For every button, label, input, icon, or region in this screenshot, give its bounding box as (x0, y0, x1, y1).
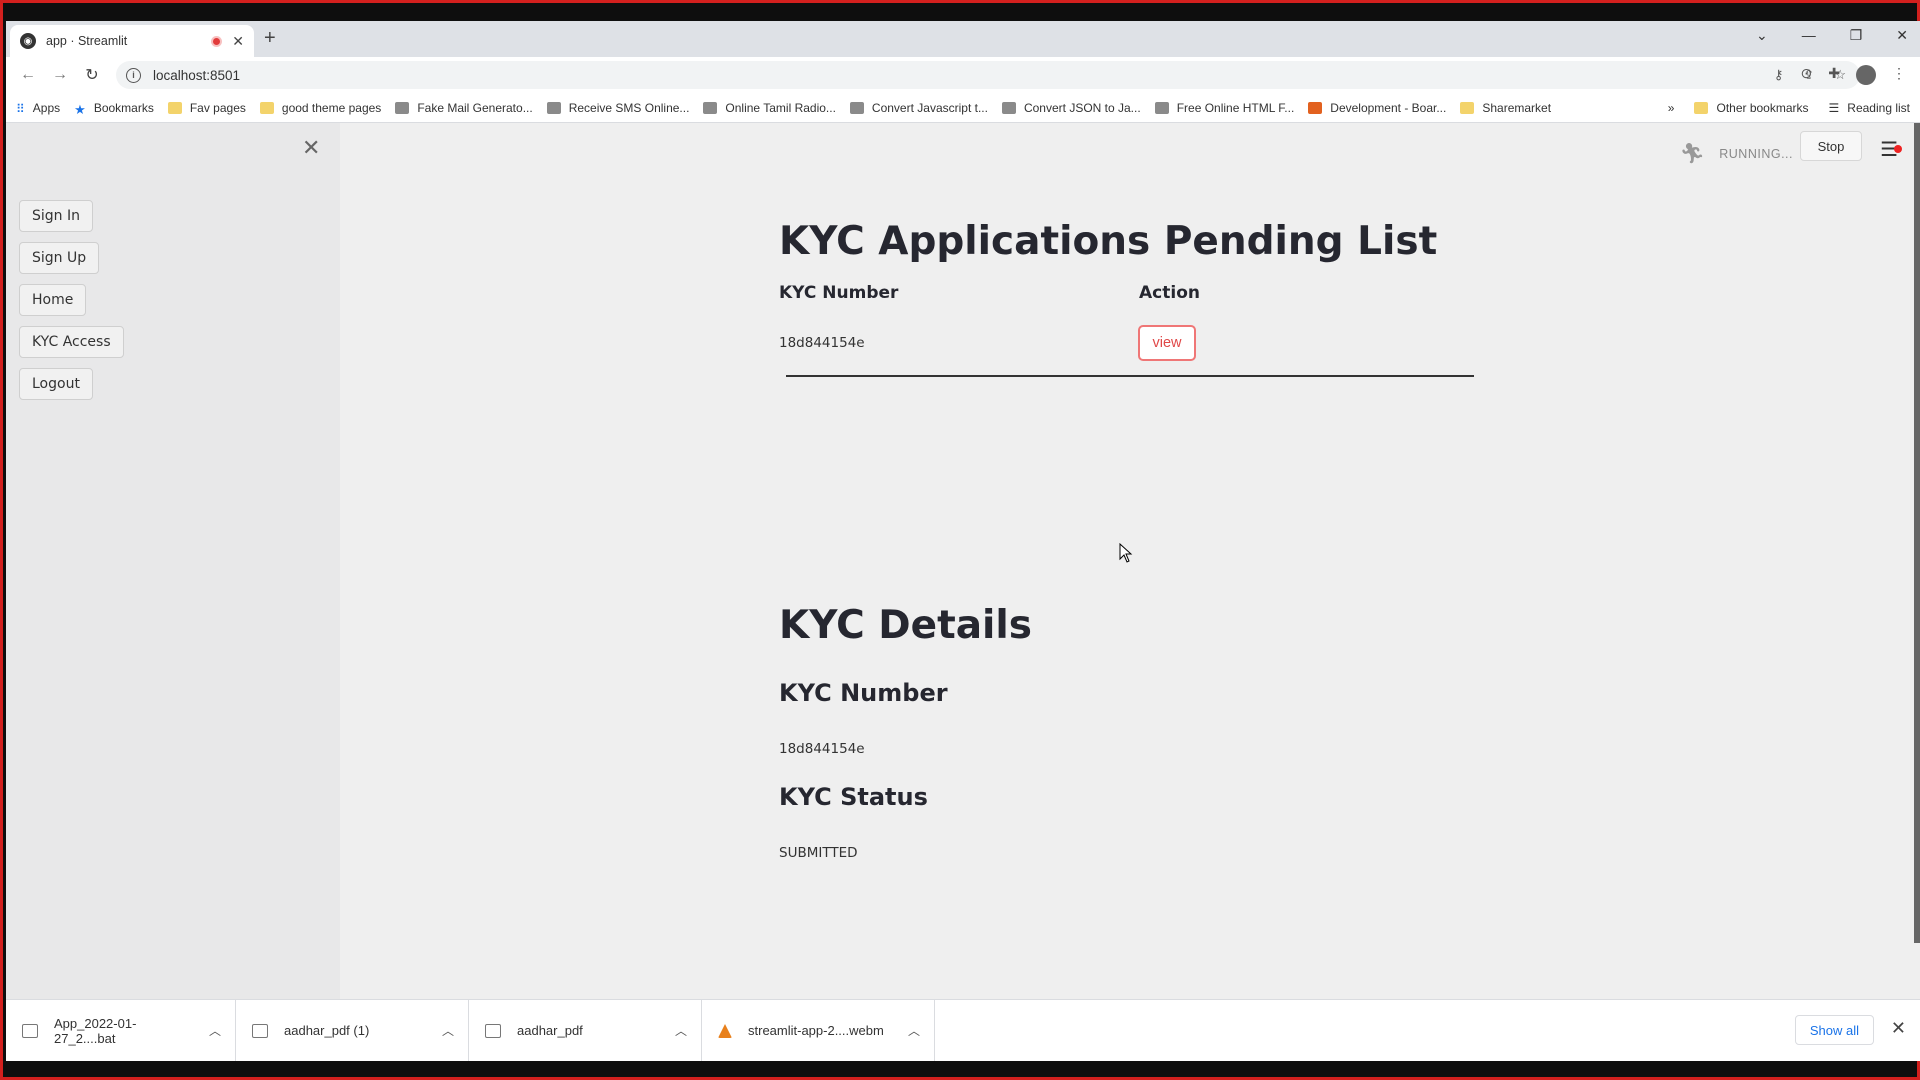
bookmark-item[interactable]: ★ Bookmarks (74, 101, 154, 117)
profile-avatar[interactable] (1856, 65, 1876, 85)
col-header-action: Action (1139, 283, 1200, 303)
bookmark-item[interactable]: Receive SMS Online... (546, 101, 689, 115)
chevron-up-icon[interactable]: ︿ (442, 1022, 454, 1039)
sidebar-close-icon[interactable]: ✕ (302, 135, 320, 161)
bookmark-item[interactable]: Fav pages (167, 101, 246, 115)
restore-icon[interactable]: ❐ (1850, 27, 1863, 44)
download-item[interactable]: aadhar_pdf (1) ︿ (236, 1000, 469, 1061)
star-icon: ★ (74, 101, 86, 117)
show-all-button[interactable]: Show all (1794, 1015, 1874, 1045)
divider (786, 375, 1474, 377)
kyc-access-button[interactable]: KYC Access (19, 326, 124, 358)
bookmark-item[interactable]: ⠿ Apps (16, 101, 60, 116)
extension-icon[interactable]: ⊙ (1801, 65, 1813, 85)
bookmark-item[interactable]: good theme pages (259, 101, 381, 115)
browser-menu-icon[interactable]: ⋮ (1892, 65, 1906, 85)
folder-icon (259, 101, 274, 114)
radio-icon (703, 101, 718, 114)
sms-icon (546, 101, 561, 114)
kyc-number-heading: KYC Number (779, 679, 948, 707)
extensions-puzzle-icon[interactable]: ✚ (1828, 65, 1840, 85)
download-item[interactable]: streamlit-app-2....webm ︿ (702, 1000, 935, 1061)
logout-button[interactable]: Logout (19, 368, 93, 400)
browser-window: ◉ app · Streamlit ✕ + ⌄ — ❐ ✕ ← → ↻ i lo… (6, 21, 1920, 1061)
kyc-number-value: 18d844154e (779, 741, 865, 757)
download-item[interactable]: App_2022-01-27_2....bat ︿ (6, 1000, 236, 1061)
file-icon (485, 1023, 501, 1038)
other-bookmarks[interactable]: Other bookmarks (1694, 101, 1809, 115)
running-status: 🏃︎ RUNNING... (1679, 143, 1793, 165)
bookmark-item[interactable]: Sharemarket (1460, 101, 1551, 115)
pending-kyc-number: 18d844154e (779, 335, 865, 351)
bookmark-item[interactable]: Convert JSON to Ja... (1001, 101, 1141, 115)
download-item[interactable]: aadhar_pdf ︿ (469, 1000, 702, 1061)
recording-icon (211, 35, 223, 47)
vlc-icon (718, 1023, 732, 1038)
file-icon (252, 1023, 268, 1038)
scrollbar[interactable] (1914, 123, 1920, 943)
chevron-up-icon[interactable]: ︿ (908, 1022, 920, 1039)
back-icon[interactable]: ← (12, 66, 44, 84)
window-close-icon[interactable]: ✕ (1896, 27, 1908, 44)
streamlit-app: ✕ Sign In Sign Up Home KYC Access Logout… (6, 123, 1920, 999)
kyc-status-value: SUBMITTED (779, 845, 858, 861)
folder-icon (1460, 101, 1475, 114)
json-icon (1001, 101, 1016, 114)
running-man-icon: 🏃︎ (1679, 143, 1706, 165)
pending-list-title: KYC Applications Pending List (779, 219, 1438, 264)
app-menu-icon[interactable]: ☰ (1880, 137, 1902, 162)
tab-search-icon[interactable]: ⌄ (1756, 27, 1768, 44)
chevron-up-icon[interactable]: ︿ (209, 1022, 221, 1039)
kyc-status-heading: KYC Status (779, 783, 928, 811)
address-bar[interactable]: i localhost:8501 ⚷ ⇪ ☆ (116, 61, 1860, 89)
apps-grid-icon: ⠿ (16, 101, 25, 116)
streamlit-favicon-icon: ◉ (20, 33, 36, 49)
window-controls: ⌄ — ❐ ✕ (1756, 27, 1908, 44)
tab-strip: ◉ app · Streamlit ✕ + ⌄ — ❐ ✕ (6, 21, 1920, 57)
bookmark-item[interactable]: Online Tamil Radio... (703, 101, 836, 115)
reload-icon[interactable]: ↻ (76, 65, 108, 85)
kyc-details-title: KYC Details (779, 603, 1033, 648)
url-text: localhost:8501 (153, 67, 241, 83)
bookmark-item[interactable]: Free Online HTML F... (1154, 101, 1294, 115)
browser-tab[interactable]: ◉ app · Streamlit ✕ (10, 25, 254, 57)
mail-icon (395, 101, 410, 114)
recording-frame: ◉ app · Streamlit ✕ + ⌄ — ❐ ✕ ← → ↻ i lo… (0, 0, 1920, 1080)
convert-icon (849, 101, 864, 114)
minimize-icon[interactable]: — (1802, 27, 1816, 44)
tab-close-icon[interactable]: ✕ (232, 33, 244, 50)
reading-list[interactable]: ☰ Reading list (1829, 101, 1910, 115)
browser-toolbar: ← → ↻ i localhost:8501 ⚷ ⇪ ☆ ⊙ ✚ ⋮ (6, 57, 1920, 93)
stop-button[interactable]: Stop (1800, 131, 1862, 161)
mouse-cursor-icon (1119, 543, 1133, 563)
col-header-kyc-number: KYC Number (779, 283, 899, 303)
file-icon (22, 1023, 38, 1038)
downloads-shelf: App_2022-01-27_2....bat ︿ aadhar_pdf (1)… (6, 999, 1920, 1061)
sidebar: ✕ Sign In Sign Up Home KYC Access Logout (6, 123, 340, 999)
view-button[interactable]: view (1138, 325, 1196, 361)
forward-icon[interactable]: → (44, 66, 76, 84)
bookmark-item[interactable]: Fake Mail Generato... (395, 101, 533, 115)
site-info-icon[interactable]: i (126, 67, 141, 83)
html-formatter-icon (1154, 101, 1169, 114)
folder-icon (1694, 101, 1709, 114)
bookmark-item[interactable]: Development - Boar... (1308, 101, 1446, 115)
folder-icon (167, 101, 182, 114)
sign-up-button[interactable]: Sign Up (19, 242, 100, 274)
chevron-up-icon[interactable]: ︿ (675, 1022, 687, 1039)
home-button[interactable]: Home (19, 284, 87, 316)
key-icon[interactable]: ⚷ (1774, 67, 1784, 83)
gitlab-icon (1308, 101, 1323, 114)
new-tab-icon[interactable]: + (264, 27, 276, 50)
bookmark-item[interactable]: Convert Javascript t... (849, 101, 988, 115)
shelf-close-icon[interactable]: ✕ (1891, 1018, 1906, 1039)
bookmarks-bar: ⠿ Apps ★ Bookmarks Fav pages good theme pa… (6, 93, 1920, 123)
sign-in-button[interactable]: Sign In (19, 200, 93, 232)
bookmarks-overflow-icon[interactable]: » (1668, 101, 1675, 115)
tab-title: app · Streamlit (46, 34, 128, 48)
reading-list-icon: ☰ (1828, 100, 1840, 115)
